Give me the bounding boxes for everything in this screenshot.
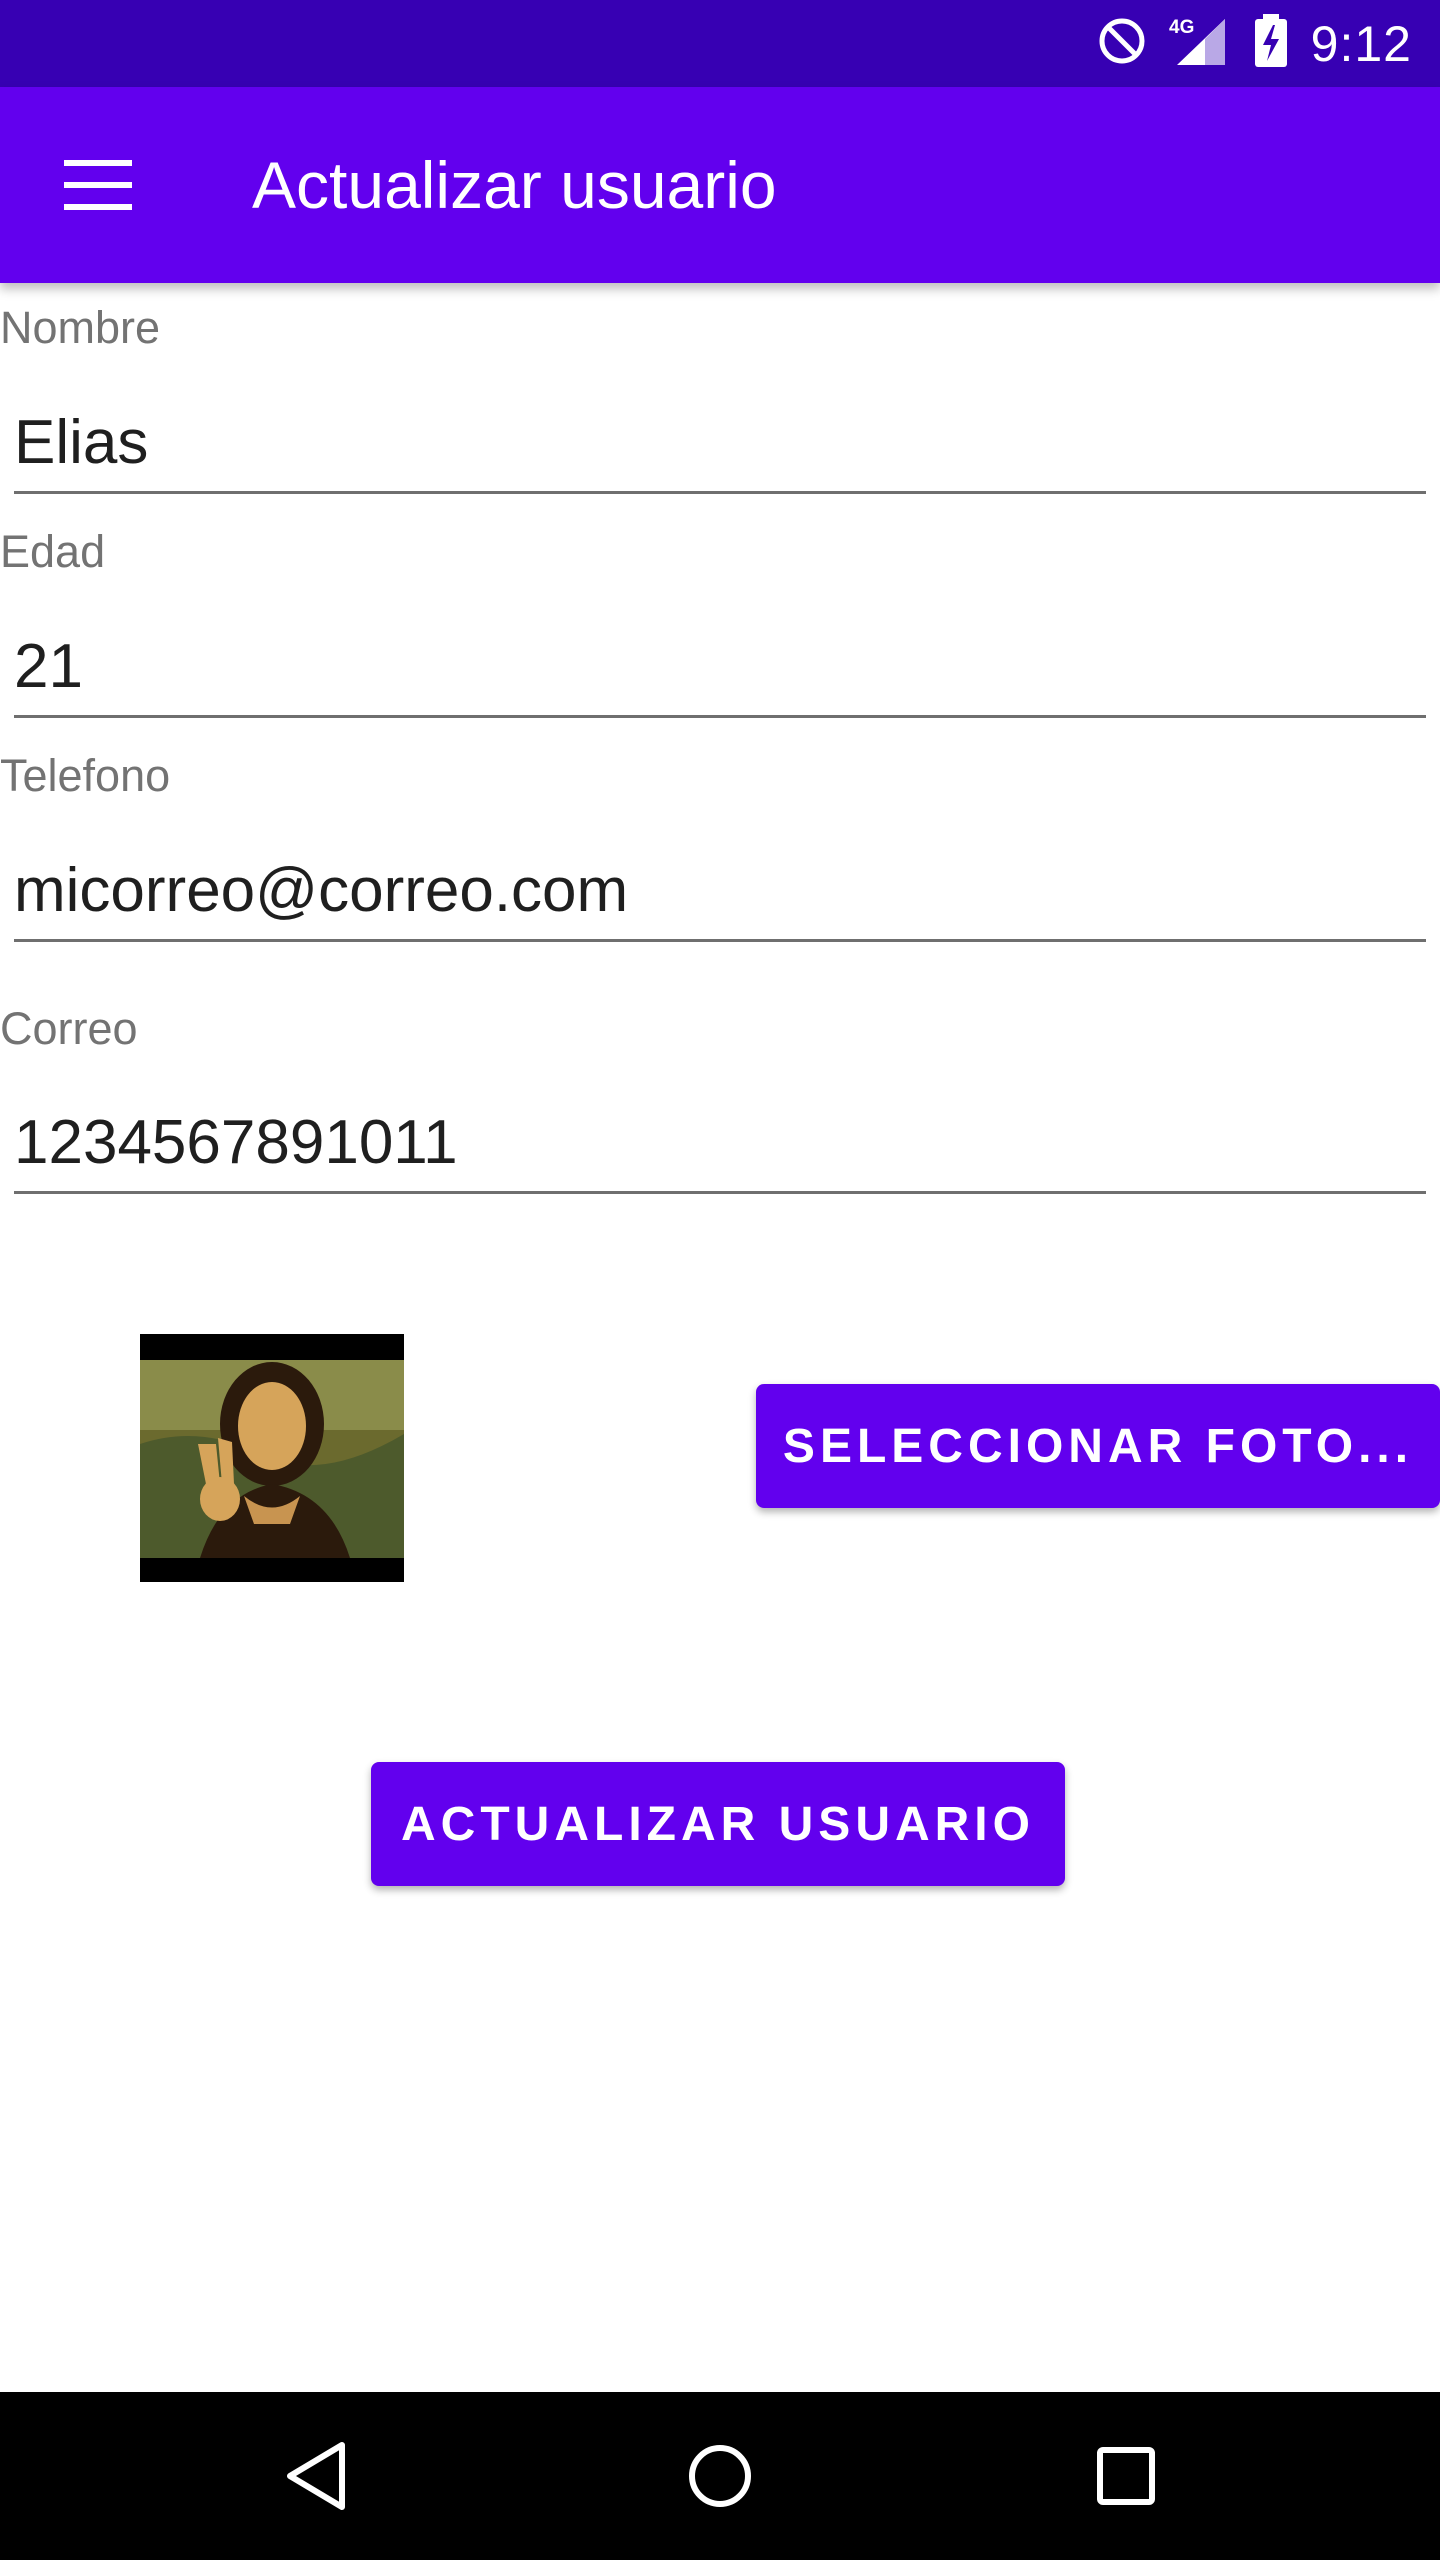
hamburger-menu-icon[interactable] [54,151,142,219]
signal-4g-icon: 4G [1169,13,1231,74]
do-not-disturb-icon [1097,16,1147,71]
battery-charging-icon [1253,13,1289,74]
telefono-label: Telefono [0,750,171,801]
home-icon[interactable] [640,2392,800,2560]
update-user-label: ACTUALIZAR USUARIO [401,1797,1035,1851]
edad-field[interactable] [14,618,1426,718]
nombre-field[interactable] [14,394,1426,494]
app-bar: Actualizar usuario [0,87,1440,283]
edad-label: Edad [0,526,106,577]
nombre-label: Nombre [0,302,161,353]
status-icons: 4G 9:12 [1097,0,1412,87]
user-photo-thumbnail [140,1334,404,1582]
status-bar: 4G 9:12 [0,0,1440,87]
select-photo-button[interactable]: SELECCIONAR FOTO... [756,1384,1440,1508]
back-icon[interactable] [236,2392,396,2560]
telefono-field[interactable] [14,842,1426,942]
page-title: Actualizar usuario [252,148,777,222]
network-type-label: 4G [1169,17,1194,38]
status-time: 9:12 [1310,15,1412,72]
correo-field[interactable] [14,1094,1426,1194]
select-photo-label: SELECCIONAR FOTO... [782,1419,1414,1473]
correo-label: Correo [0,1003,138,1054]
recents-icon[interactable] [1046,2392,1206,2560]
update-user-button[interactable]: ACTUALIZAR USUARIO [371,1762,1065,1886]
navigation-bar [0,2392,1440,2560]
